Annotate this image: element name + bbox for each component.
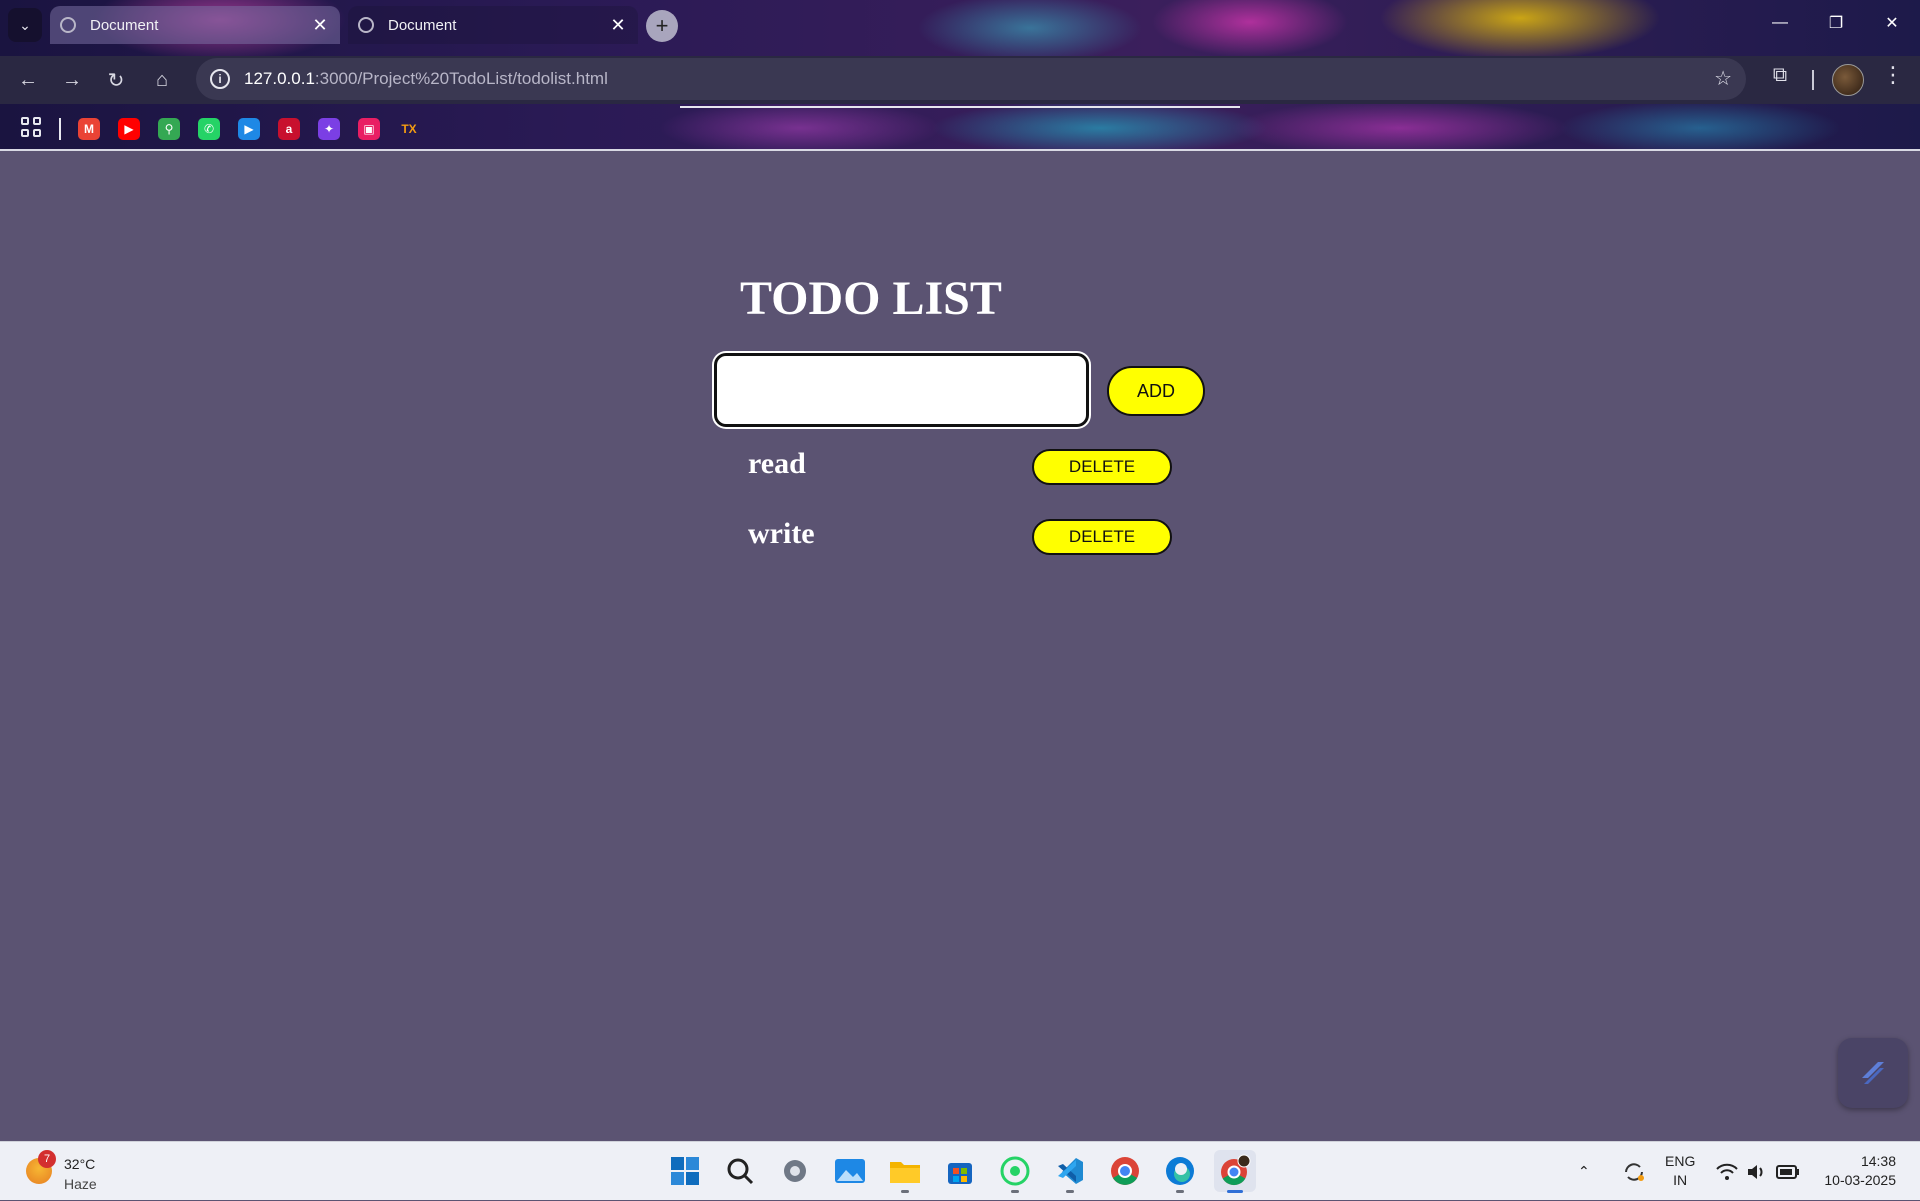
bookmarks-bar: M ▶ ⚲ ✆ ▶ a ✦ ▣ TX <box>0 110 1920 150</box>
calendar-bookmark-icon[interactable]: ▣ <box>358 118 380 140</box>
close-window-icon[interactable]: ✕ <box>1864 0 1920 46</box>
profile-avatar[interactable] <box>1832 64 1864 96</box>
tab-title: Document <box>90 16 159 34</box>
minimize-icon[interactable]: — <box>1752 0 1808 46</box>
app-bookmark-icon[interactable]: ✦ <box>318 118 340 140</box>
tab-search-button[interactable]: ⌄ <box>8 8 42 42</box>
photos-icon <box>835 1159 865 1183</box>
back-icon[interactable]: ← <box>10 62 46 98</box>
slash-logo-icon <box>1862 1062 1884 1084</box>
page-title: TODO LIST <box>740 272 1002 325</box>
taskbar-chrome-active[interactable] <box>1214 1150 1256 1193</box>
search-icon <box>727 1158 754 1185</box>
floating-app-widget[interactable] <box>1838 1038 1908 1108</box>
windows-icon <box>671 1157 699 1185</box>
clock-date: 10-03-2025 <box>1824 1172 1896 1188</box>
url-path: :3000/Project%20TodoList/todolist.html <box>314 69 608 88</box>
taskbar-chrome[interactable] <box>1104 1150 1146 1192</box>
bookmarks-divider <box>59 118 61 140</box>
toolbar-divider <box>1812 70 1814 90</box>
tx-bookmark-icon[interactable]: TX <box>398 118 420 140</box>
globe-icon <box>358 17 374 33</box>
weather-widget[interactable]: 7 32°C Haze <box>22 1150 142 1194</box>
gmail-bookmark-icon[interactable]: M <box>78 118 100 140</box>
tab-document-2[interactable]: Document ✕ <box>348 6 638 44</box>
edge-icon <box>1166 1157 1194 1185</box>
close-icon[interactable]: ✕ <box>310 15 330 36</box>
tab-strip: ⌄ Document ✕ Document ✕ + — ❐ ✕ <box>0 0 1920 50</box>
system-clock[interactable]: 14:38 10-03-2025 <box>1818 1152 1896 1190</box>
windows-taskbar: 7 32°C Haze ⌃ ENG IN 14:38 10-03-2025 <box>0 1141 1920 1200</box>
loading-underline <box>680 106 1240 108</box>
language-code: ENG <box>1665 1153 1696 1169</box>
taskbar-settings[interactable] <box>774 1150 816 1192</box>
restore-icon[interactable]: ❐ <box>1808 0 1864 46</box>
tray-overflow-icon[interactable]: ⌃ <box>1578 1142 1590 1201</box>
gear-icon <box>784 1160 806 1182</box>
store-icon <box>948 1163 972 1184</box>
taskbar-search[interactable] <box>719 1150 761 1192</box>
reload-icon[interactable]: ↻ <box>98 62 134 98</box>
airtel-bookmark-icon[interactable]: a <box>278 118 300 140</box>
tab-document-1[interactable]: Document ✕ <box>50 6 340 44</box>
volume-icon[interactable] <box>1746 1142 1768 1201</box>
delete-button-read[interactable]: DELETE <box>1032 449 1172 485</box>
battery-icon[interactable] <box>1776 1142 1800 1201</box>
delete-button-write[interactable]: DELETE <box>1032 519 1172 555</box>
player-bookmark-icon[interactable]: ▶ <box>238 118 260 140</box>
youtube-bookmark-icon[interactable]: ▶ <box>118 118 140 140</box>
chrome-icon <box>1111 1157 1139 1185</box>
whatsapp-icon <box>1000 1156 1030 1186</box>
more-menu-icon[interactable]: ⋮ <box>1878 62 1908 98</box>
maps-bookmark-icon[interactable]: ⚲ <box>158 118 180 140</box>
wifi-icon[interactable] <box>1716 1142 1738 1201</box>
tab-title: Document <box>388 16 457 34</box>
extensions-icon[interactable]: ⧉ <box>1762 64 1798 96</box>
chrome-profile-icon <box>1221 1154 1251 1186</box>
url-host: 127.0.0.1 <box>244 69 315 88</box>
site-info-icon[interactable]: i <box>210 69 230 89</box>
browser-chrome: ⌄ Document ✕ Document ✕ + — ❐ ✕ ← → ↻ ⌂ … <box>0 0 1920 151</box>
bookmark-star-icon[interactable]: ☆ <box>1714 66 1732 91</box>
weather-condition: Haze <box>64 1176 97 1192</box>
new-tab-button[interactable]: + <box>646 10 678 42</box>
task-text-read: read <box>748 447 806 480</box>
todo-input[interactable] <box>714 353 1089 427</box>
language-indicator[interactable]: ENG IN <box>1665 1152 1695 1190</box>
weather-temp: 32°C <box>64 1156 96 1172</box>
taskbar-edge[interactable] <box>1159 1150 1201 1193</box>
taskbar-file-explorer[interactable] <box>884 1150 926 1193</box>
home-icon[interactable]: ⌂ <box>144 62 180 98</box>
taskbar-vscode[interactable] <box>1049 1150 1091 1193</box>
whatsapp-bookmark-icon[interactable]: ✆ <box>198 118 220 140</box>
task-text-write: write <box>748 517 815 550</box>
add-button[interactable]: ADD <box>1107 366 1205 416</box>
taskbar-whatsapp[interactable] <box>994 1150 1036 1193</box>
address-bar[interactable]: i 127.0.0.1:3000/Project%20TodoList/todo… <box>196 58 1746 100</box>
apps-grid-icon[interactable] <box>20 116 46 142</box>
globe-icon <box>60 17 76 33</box>
close-icon[interactable]: ✕ <box>608 15 628 36</box>
region-code: IN <box>1673 1172 1688 1188</box>
taskbar-photos[interactable] <box>829 1150 871 1192</box>
forward-icon[interactable]: → <box>54 62 90 98</box>
todo-page: TODO LIST ADD read DELETE write DELETE <box>0 151 1920 1141</box>
window-controls: — ❐ ✕ <box>1752 0 1920 46</box>
clock-time: 14:38 <box>1860 1153 1896 1169</box>
folder-icon <box>890 1162 920 1183</box>
sync-icon[interactable] <box>1622 1142 1646 1201</box>
taskbar-store[interactable] <box>939 1150 981 1192</box>
start-button[interactable] <box>664 1150 706 1192</box>
browser-toolbar: ← → ↻ ⌂ i 127.0.0.1:3000/Project%20TodoL… <box>0 56 1920 104</box>
vscode-icon <box>1058 1158 1083 1184</box>
weather-badge: 7 <box>38 1150 56 1168</box>
